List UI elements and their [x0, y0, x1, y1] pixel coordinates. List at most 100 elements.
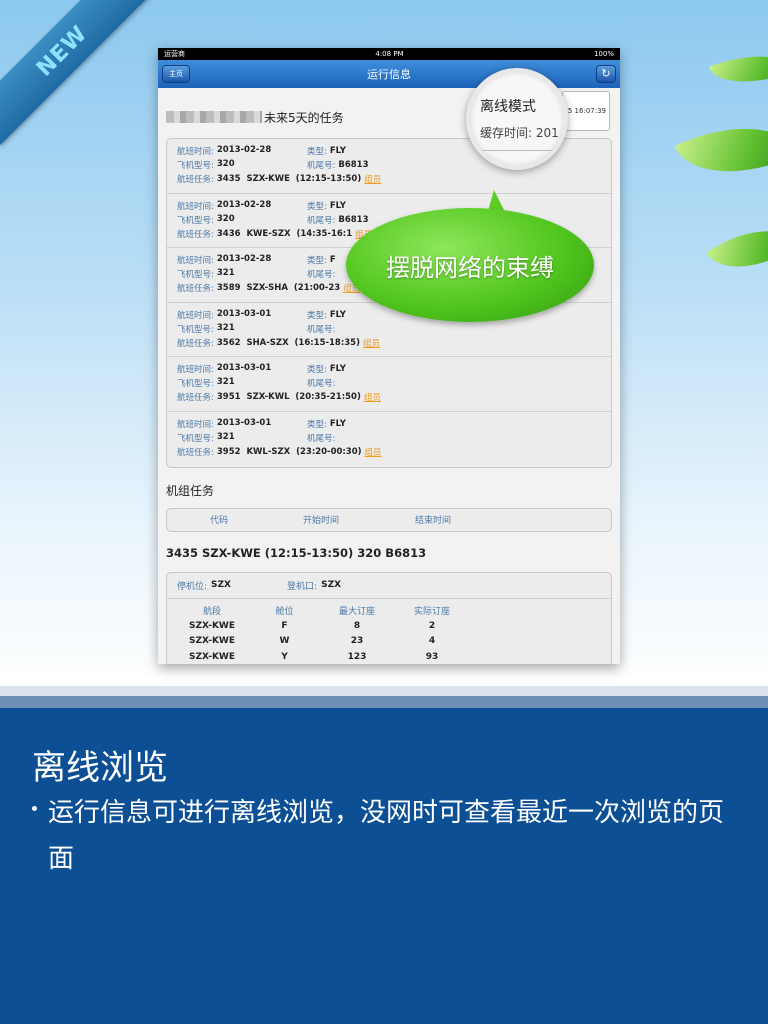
crew-link[interactable]: 组员: [363, 337, 380, 349]
seat-col-actual: 实际订座: [413, 606, 450, 617]
page-title: 运行信息: [367, 68, 411, 81]
crew-link[interactable]: 组员: [365, 446, 382, 458]
feature-description: 运行信息可进行离线浏览，没网时可查看最近一次浏览的页面: [48, 798, 725, 874]
flight-task-label: 航班任务:: [177, 447, 214, 458]
seat-table: 航段 舱位 最大订座 实际订座 SZX-KWE F 8 2 SZX-KWE W 23 4 SZX…: [167, 599, 611, 664]
aircraft-model-label: 飞机型号:: [177, 324, 214, 335]
flight-time-label: 航班时间:: [177, 201, 214, 212]
flight-type: FLY: [329, 146, 346, 156]
tail-label: 机尾号:: [307, 215, 336, 226]
aircraft-model: 320: [216, 159, 235, 169]
flight-time-label: 航班时间:: [177, 147, 214, 157]
refresh-icon[interactable]: ↻: [596, 65, 616, 83]
seat-max: 123: [347, 651, 367, 662]
bubble-text: 摆脱网络的束缚: [386, 253, 554, 282]
flight-task-label: 航班任务:: [177, 338, 214, 349]
offline-mode-label: 离线模式: [480, 99, 536, 115]
seat-max: 8: [353, 620, 361, 631]
seat-max: 23: [350, 636, 364, 647]
seat-segment: SZX-KWE: [189, 620, 235, 631]
speech-bubble-body: 摆脱网络的束缚: [346, 208, 594, 322]
aircraft-model: 320: [216, 213, 235, 224]
tail-label: 机尾号:: [307, 433, 336, 444]
aircraft-model-label: 飞机型号:: [177, 270, 214, 281]
flight-type: FLY: [329, 364, 346, 375]
flight-time-label: 航班时间:: [177, 419, 214, 430]
seat-col-cabin: 舱位: [275, 606, 294, 617]
flight-row-task: 航班任务: 3952 KWL-SZX (23:20-00:30) 组员: [177, 445, 601, 459]
flight-task-label: 航班任务:: [177, 229, 214, 240]
feature-heading: 离线浏览: [32, 748, 168, 788]
flight-date: 2013-03-01: [216, 363, 272, 374]
aircraft-model: 321: [216, 268, 235, 279]
flight-task: 3589 SZX-SHA (21:00-23: [216, 283, 341, 294]
flight-type: FLY: [329, 200, 346, 211]
flight-row-time: 航班时间: 2013-03-01 类型: FLY: [177, 417, 601, 431]
flight-task: 3562 SHA-SZX (16:15-18:35): [216, 337, 360, 348]
offline-info-box: 5 16:07:39: [562, 91, 610, 131]
aircraft-model-label: 飞机型号:: [177, 379, 214, 390]
flight-row-model: 飞机型号: 321 机尾号:: [177, 376, 601, 390]
cache-time-partial: 5 16:07:39: [567, 107, 606, 115]
home-button[interactable]: 主页: [162, 65, 190, 83]
seat-actual: 93: [425, 651, 439, 662]
flight-task: 3435 SZX-KWE (12:15-13:50): [216, 174, 362, 184]
flight-time-label: 航班时间:: [177, 365, 214, 376]
type-label: 类型:: [307, 256, 327, 267]
flight-date: 2013-03-01: [216, 417, 272, 428]
flight-time-label: 航班时间:: [177, 310, 214, 321]
type-label: 类型:: [307, 310, 327, 321]
flight-row-task: 航班任务: 3435 SZX-KWE (12:15-13:50) 组员: [177, 172, 601, 186]
gate-label: 登机口:: [287, 581, 318, 592]
speech-bubble: 摆脱网络的束缚: [346, 190, 594, 326]
flight-detail-title: 3435 SZX-KWE (12:15-13:50) 320 B6813: [166, 545, 427, 560]
seat-cabin: F: [281, 620, 288, 631]
flight-date: 2013-02-28: [216, 145, 272, 155]
type-label: 类型:: [307, 419, 327, 430]
status-bar: 运营商 4:08 PM 100%: [158, 48, 620, 60]
blurred-user-name: [166, 111, 262, 123]
flight-type: FLY: [329, 418, 346, 429]
aircraft-model-label: 飞机型号:: [177, 215, 214, 226]
crew-link[interactable]: 组员: [364, 391, 381, 403]
divider-stripe: [0, 686, 768, 696]
crew-col-code: 代码: [209, 516, 228, 527]
seat-row: SZX-KWE F 8 2: [167, 618, 611, 634]
bullet-dot: [32, 806, 37, 811]
flight-date: 2013-02-28: [216, 254, 272, 265]
flight-task: 3436 KWE-SZX (14:35-16:1: [216, 228, 353, 239]
seat-row: SZX-KWE Y 123 93: [167, 649, 611, 664]
stand-label: 停机位:: [177, 581, 208, 592]
crew-col-start: 开始时间: [302, 516, 339, 527]
carrier-label: 运营商: [164, 50, 185, 58]
divider: [476, 150, 564, 151]
flight-type: FLY: [329, 309, 346, 320]
flight-task: 3951 SZX-KWL (20:35-21:50): [216, 392, 361, 403]
type-label: 类型:: [307, 147, 327, 157]
flight-item[interactable]: 航班时间: 2013-03-01 类型: FLY 飞机型号: 321 机尾号: 航班任务: 39…: [167, 357, 611, 412]
seat-col-max: 最大订座: [338, 606, 375, 617]
seat-actual: 2: [428, 620, 436, 631]
flight-task: 3952 KWL-SZX (23:20-00:30): [216, 446, 362, 457]
tail-label: 机尾号:: [307, 270, 336, 281]
cache-time-label: 缓存时间: 201: [480, 126, 559, 140]
aircraft-model-label: 飞机型号:: [177, 433, 214, 444]
task-header-label: 未来5天的任务: [264, 110, 344, 125]
flight-task-label: 航班任务:: [177, 284, 214, 295]
crew-section-title: 机组任务: [166, 483, 215, 498]
type-label: 类型:: [307, 201, 327, 212]
divider-stripe: [0, 676, 768, 686]
crew-col-end: 结束时间: [414, 516, 451, 527]
gate-value: SZX: [321, 580, 342, 591]
stand-value: SZX: [211, 580, 231, 591]
seat-cabin: Y: [281, 651, 288, 662]
flight-date: 2013-02-28: [216, 199, 272, 210]
crew-table-header: 代码 开始时间 结束时间: [166, 507, 612, 532]
crew-link[interactable]: 组员: [364, 173, 381, 185]
tail-label: 机尾号:: [307, 161, 336, 171]
flight-row-task: 航班任务: 3951 SZX-KWL (20:35-21:50) 组员: [177, 390, 601, 404]
seat-row: SZX-KWE W 23 4: [167, 634, 611, 650]
flight-item[interactable]: 航班时间: 2013-03-01 类型: FLY 飞机型号: 321 机尾号: 航班任务: 39…: [167, 412, 611, 467]
clock: 4:08 PM: [375, 50, 404, 58]
stand-gate-row: 停机位: SZX 登机口: SZX: [167, 573, 611, 599]
